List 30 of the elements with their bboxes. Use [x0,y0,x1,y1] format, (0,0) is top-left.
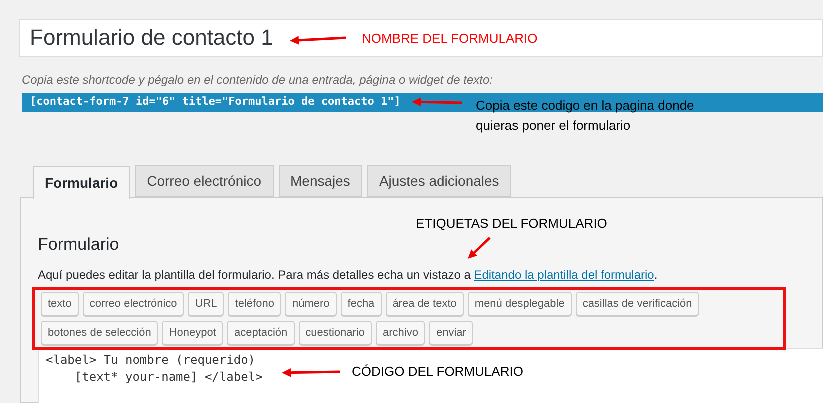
annotation-text: Copia este codigo en la pagina donde quieras poner el formulario [476,97,696,135]
panel-description: Aquí puedes editar la plantilla del formulario. Para más detalles echa un vistazo a Editando la plantilla del formulario. [38,267,659,283]
tag-button[interactable]: fecha [340,292,382,316]
tag-button[interactable]: área de texto [386,292,464,316]
tag-button[interactable]: correo electrónico [82,292,184,316]
annotation-text: CÓDIGO DEL FORMULARIO [352,363,524,381]
panel-heading: Formulario [38,234,120,256]
annotation-text: ETIQUETAS DEL FORMULARIO [416,215,608,233]
tag-button[interactable]: teléfono [228,292,282,316]
shortcode-hint: Copia este shortcode y pégalo en el contenido de una entrada, página o widget de texto: [22,72,494,89]
tag-button[interactable]: archivo [376,321,426,345]
code-line: [text* your-name] </label> [74,369,263,386]
tag-button[interactable]: menú desplegable [468,292,572,316]
code-line: <label> Tu nombre (requerido) [46,352,256,369]
shortcode-text: [contact-form-7 id="6" title="Formulario de contacto 1"] [30,94,401,110]
help-link[interactable]: Editando la plantilla del formulario [474,268,654,282]
tag-button[interactable]: número [285,292,337,316]
tag-button[interactable]: enviar [429,321,474,345]
tag-button[interactable]: botones de selección [41,321,158,345]
tag-button[interactable]: texto [41,292,79,316]
tag-button[interactable]: aceptación [227,321,295,345]
tag-button[interactable]: URL [188,292,224,316]
annotation-text: NOMBRE DEL FORMULARIO [362,30,538,48]
tab[interactable]: Ajustes adicionales [367,165,512,197]
tab[interactable]: Mensajes [278,165,362,197]
tag-button[interactable]: cuestionario [298,321,372,345]
tab[interactable]: Formulario [33,166,130,199]
tag-button[interactable]: Honeypot [162,321,224,345]
tab[interactable]: Correo electrónico [135,165,274,197]
tag-button[interactable]: casillas de verificación [576,292,700,316]
